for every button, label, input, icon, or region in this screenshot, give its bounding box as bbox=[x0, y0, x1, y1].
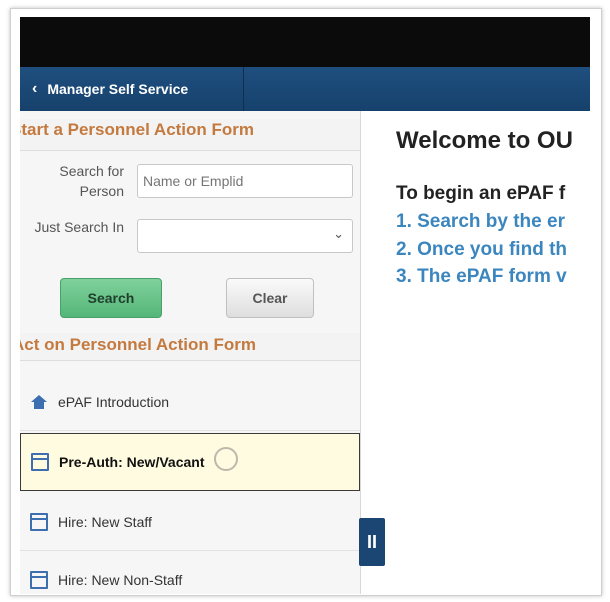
step-1: 1. Search by the er bbox=[396, 211, 565, 232]
list-item-label: Hire: New Non-Staff bbox=[58, 571, 183, 588]
start-section-title: Start a Personnel Action Form bbox=[20, 119, 360, 151]
clear-button[interactable]: Clear bbox=[226, 278, 314, 318]
search-input[interactable] bbox=[137, 164, 353, 198]
chevron-down-icon: ⌄ bbox=[333, 226, 344, 241]
list-item-label: Hire: New Staff bbox=[58, 513, 152, 530]
nav-bar: ‹ Manager Self Service bbox=[20, 67, 590, 111]
left-panel: Start a Personnel Action Form Search for… bbox=[20, 111, 361, 594]
list-item-hire-new-non-staff[interactable]: Hire: New Non-Staff bbox=[20, 551, 360, 594]
step-3: 3. The ePAF form v bbox=[396, 266, 567, 287]
home-icon bbox=[30, 393, 48, 411]
list-item-epaf-introduction[interactable]: ePAF Introduction bbox=[20, 373, 360, 431]
form-icon bbox=[31, 453, 49, 471]
just-search-select[interactable]: ⌄ bbox=[137, 219, 353, 253]
main-content: Welcome to OU To begin an ePAF f 1. Sear… bbox=[396, 111, 600, 511]
list-item-hire-new-staff[interactable]: Hire: New Staff bbox=[20, 493, 360, 551]
welcome-heading: Welcome to OU bbox=[396, 127, 573, 154]
back-button[interactable]: ‹ Manager Self Service bbox=[20, 67, 244, 111]
list-item-pre-auth[interactable]: Pre-Auth: New/Vacant bbox=[20, 433, 360, 491]
list-item-label: ePAF Introduction bbox=[58, 393, 170, 410]
back-label: Manager Self Service bbox=[47, 81, 189, 97]
collapse-panel-button[interactable]: II bbox=[359, 518, 385, 566]
act-section-title: Act on Personnel Action Form bbox=[20, 333, 360, 361]
form-icon bbox=[30, 512, 48, 531]
search-for-label: Search for Person bbox=[59, 163, 124, 199]
step-2: 2. Once you find th bbox=[396, 239, 568, 260]
chevron-left-icon: ‹ bbox=[32, 80, 38, 97]
mouse-cursor-icon bbox=[214, 447, 238, 471]
just-search-label: Just Search In bbox=[34, 219, 125, 235]
top-bar bbox=[20, 17, 590, 67]
list-item-label: Pre-Auth: New/Vacant bbox=[59, 454, 205, 470]
form-add-icon bbox=[30, 570, 48, 589]
search-button[interactable]: Search bbox=[60, 278, 162, 318]
begin-text: To begin an ePAF f bbox=[396, 183, 566, 204]
